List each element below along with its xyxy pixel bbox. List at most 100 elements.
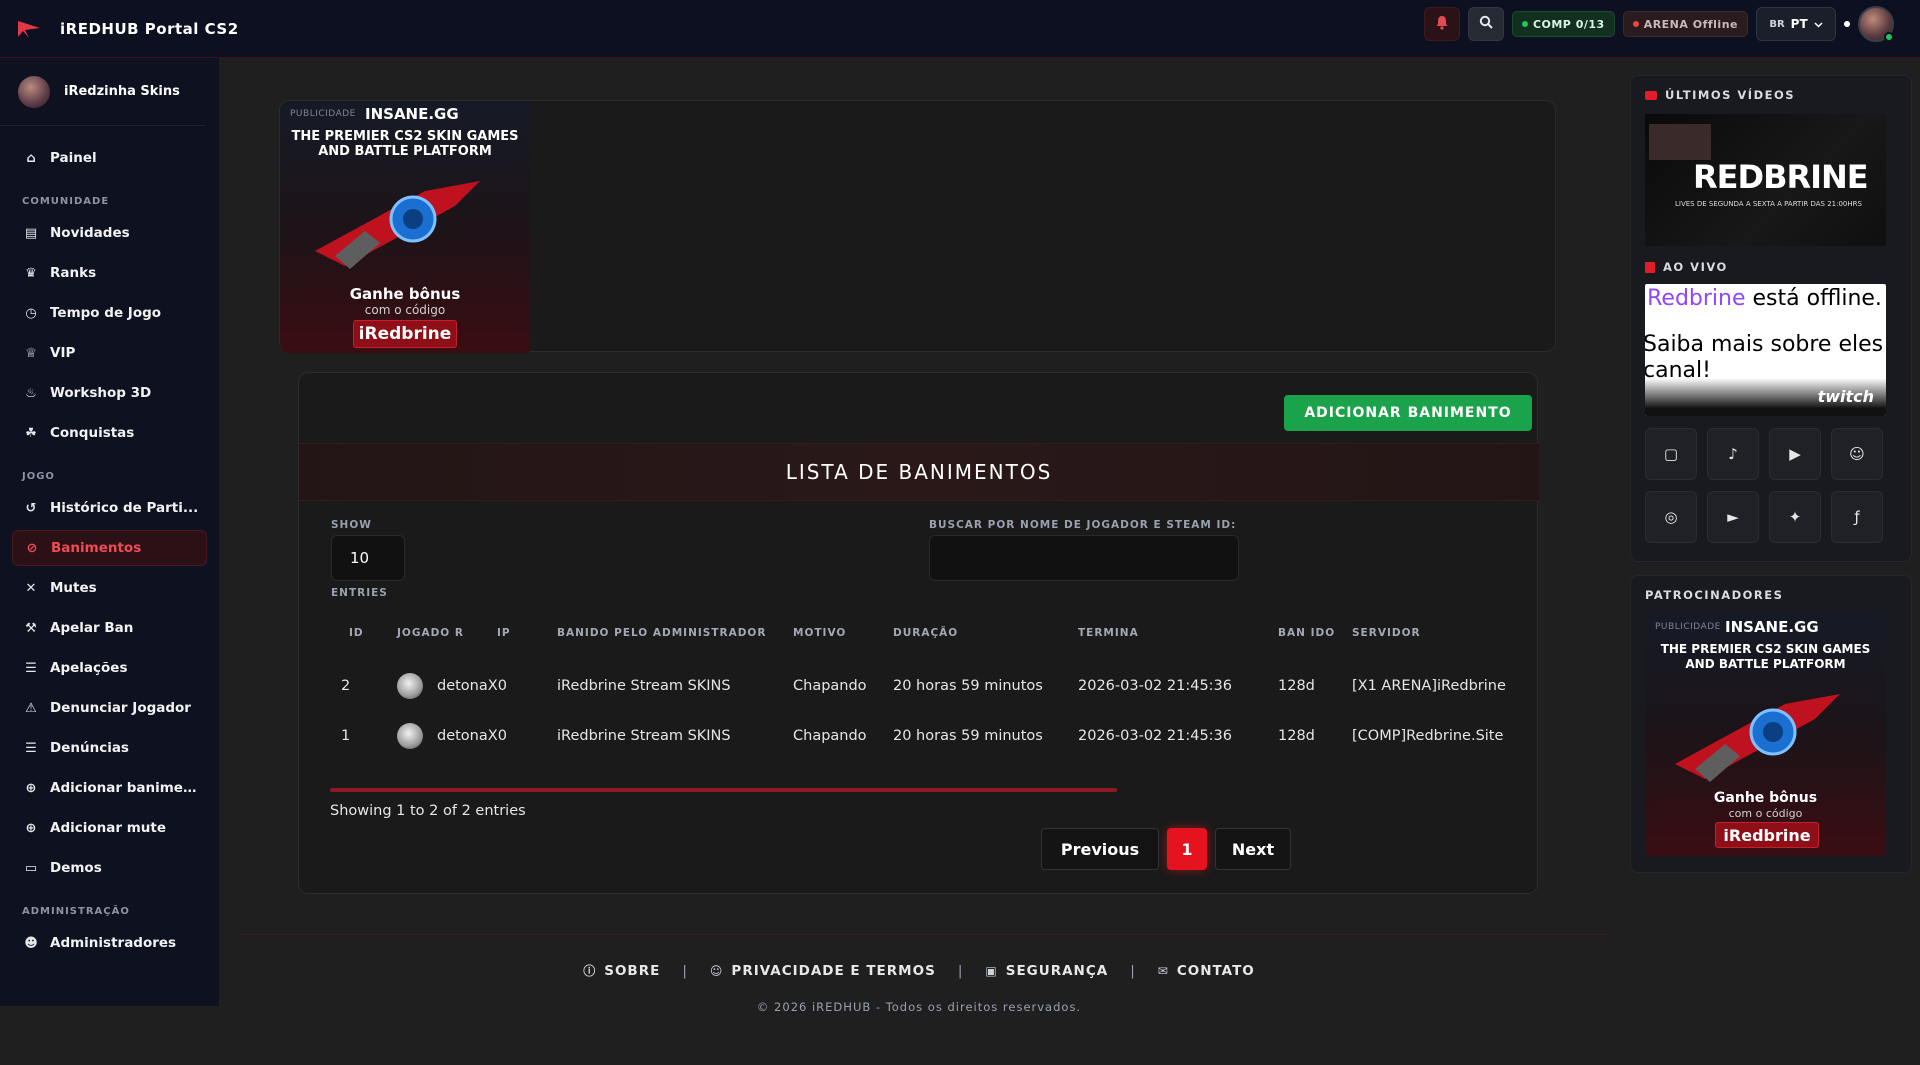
footer-link-sobre[interactable]: ⓘ SOBRE xyxy=(583,962,660,979)
ad-bonus-text: Ganhe bônus xyxy=(349,285,461,303)
footer-link-privacidade[interactable]: ☺ PRIVACIDADE E TERMOS xyxy=(710,963,936,979)
cell-player[interactable]: detonaX0 xyxy=(389,711,549,761)
sidebar-item-workshop-3d[interactable]: ♨ Workshop 3D xyxy=(12,375,207,411)
cell-servidor: [COMP]Redbrine.Site xyxy=(1352,728,1504,744)
brand[interactable]: iREDHUB Portal CS2 xyxy=(16,18,239,40)
right-column: ÚLTIMOS VÍDEOS REDBRINE LIVES DE SEGUNDA… xyxy=(1630,75,1912,873)
footer-link-contato[interactable]: ✉ CONTATO xyxy=(1158,963,1255,979)
sidebar-item-novidades[interactable]: ▤ Novidades xyxy=(12,215,207,251)
col-ip[interactable]: IP xyxy=(489,605,549,661)
language-selector[interactable]: BR PT xyxy=(1756,7,1836,41)
channel-name[interactable]: iRedbrine xyxy=(1645,286,1746,311)
sidebar: iRedzinha Skins ⌂ Painel COMUNIDADE ▤ Nov… xyxy=(0,58,219,1006)
next-page-button[interactable]: Next xyxy=(1215,828,1291,870)
table-header-row: ID JOGADO R IP BANIDO PELO ADMINISTRADOR… xyxy=(329,605,1529,661)
social-youtube-button[interactable]: ▶ xyxy=(1769,428,1821,480)
user-avatar[interactable] xyxy=(1858,6,1894,42)
col-duracao[interactable]: DURAÇÃO xyxy=(885,605,1070,661)
arena-status-label: ARENA Offline xyxy=(1643,17,1738,31)
sidebar-item-mutes[interactable]: ✕ Mutes xyxy=(12,570,207,606)
col-motivo[interactable]: MOTIVO xyxy=(785,605,885,661)
sidebar-item-label: Conquistas xyxy=(50,425,135,441)
cell-player[interactable]: detonaX0 xyxy=(389,661,549,711)
notifications-button[interactable] xyxy=(1423,7,1460,41)
bans-panel: ADICIONAR BANIMENTO LISTA DE BANIMENTOS … xyxy=(298,372,1539,894)
sidebar-profile[interactable]: iRedzinha Skins xyxy=(0,58,205,126)
discord-icon: ☺ xyxy=(1849,445,1865,463)
avatar xyxy=(397,723,423,749)
social-links: ▢ ♪ ▶ ☺ ◎ ► ✦ ƒ xyxy=(1645,428,1911,543)
add-ban-button[interactable]: ADICIONAR BANIMENTO xyxy=(1284,395,1532,431)
search-label: BUSCAR POR NOME DE JOGADOR E STEAM ID: xyxy=(929,519,1237,531)
footer-link-label: PRIVACIDADE E TERMOS xyxy=(731,962,936,979)
microphone-slash-icon: ✕ xyxy=(25,580,37,596)
sidebar-item-ranks[interactable]: ♛ Ranks xyxy=(12,255,207,291)
social-play-button[interactable]: ► xyxy=(1707,491,1759,543)
sidebar-item-banimentos[interactable]: ⊘ Banimentos xyxy=(12,530,207,566)
social-instagram-button[interactable]: ◎ xyxy=(1645,491,1697,543)
sidebar-item-adicionar-banimento[interactable]: ⊕ Adicionar banimen... xyxy=(12,770,207,806)
player-name: detonaX0 xyxy=(437,678,507,694)
twitch-icon: ▢ xyxy=(1663,445,1679,463)
entries-per-page-select[interactable]: 10 xyxy=(331,535,405,581)
search-input[interactable] xyxy=(929,535,1239,581)
offline-text: está offline. xyxy=(1745,286,1882,311)
sidebar-item-denuncias[interactable]: ☰ Denúncias xyxy=(12,730,207,766)
sponsors-title: PATROCINADORES xyxy=(1645,588,1784,602)
entries-label: ENTRIES xyxy=(331,587,388,599)
pagination: Previous 1 Next xyxy=(1041,828,1291,870)
col-servidor[interactable]: SERVIDOR xyxy=(1344,605,1529,661)
social-facebook-button[interactable]: ƒ xyxy=(1831,491,1883,543)
footer-link-label: CONTATO xyxy=(1176,962,1255,979)
ad-card[interactable]: PUBLICIDADE INSANE.GG THE PREMIER CS2 SK… xyxy=(280,101,530,353)
col-jogador[interactable]: JOGADO R xyxy=(389,605,489,661)
live-more-line1: Saiba mais sobre eles no xyxy=(1645,332,1886,357)
videos-title-label: ÚLTIMOS VÍDEOS xyxy=(1665,88,1796,102)
arena-server-status[interactable]: ARENA Offline xyxy=(1622,11,1748,37)
sidebar-item-historico[interactable]: ↺ Histórico de Parti... xyxy=(12,490,207,526)
sponsor-card[interactable]: PUBLICIDADE INSANE.GG THE PREMIER CS2 SK… xyxy=(1645,614,1886,856)
social-tiktok-button[interactable]: ♪ xyxy=(1707,428,1759,480)
lock-icon: ▣ xyxy=(985,963,998,978)
col-admin[interactable]: BANIDO PELO ADMINISTRADOR xyxy=(549,605,785,661)
sidebar-item-administradores[interactable]: ☻ Administradores xyxy=(12,925,207,961)
top-bar: iREDHUB Portal CS2 COMP 0/13 ARENA Offli… xyxy=(0,0,1920,58)
profile-name: iRedzinha Skins xyxy=(64,84,180,99)
footer-link-seguranca[interactable]: ▣ SEGURANÇA xyxy=(985,963,1108,979)
clock-icon: ◷ xyxy=(25,305,37,321)
col-banido[interactable]: BAN IDO xyxy=(1270,605,1344,661)
chevron-down-icon xyxy=(1814,17,1823,31)
twitch-logo: twitch xyxy=(1817,387,1874,406)
latest-video-thumbnail[interactable]: REDBRINE LIVES DE SEGUNDA A SEXTA A PART… xyxy=(1645,114,1886,246)
previous-page-button[interactable]: Previous xyxy=(1041,828,1159,870)
col-termina[interactable]: TERMINA xyxy=(1070,605,1270,661)
footer-divider xyxy=(239,934,1609,935)
avatar xyxy=(397,673,423,699)
sidebar-item-vip[interactable]: ♕ VIP xyxy=(12,335,207,371)
sidebar-item-apelar-ban[interactable]: ⚒ Apelar Ban xyxy=(12,610,207,646)
cell-motivo: Chapando xyxy=(793,678,867,694)
sidebar-item-painel[interactable]: ⌂ Painel xyxy=(12,140,207,176)
page-button-current[interactable]: 1 xyxy=(1167,828,1207,870)
table-row[interactable]: 2 detonaX0 iRedbrine Stream SKINS Chapan… xyxy=(329,661,1529,711)
sidebar-item-adicionar-mute[interactable]: ⊕ Adicionar mute xyxy=(12,810,207,846)
sidebar-item-tempo-de-jogo[interactable]: ◷ Tempo de Jogo xyxy=(12,295,207,331)
social-twitch-button[interactable]: ▢ xyxy=(1645,428,1697,480)
social-discord-button[interactable]: ☺ xyxy=(1831,428,1883,480)
sidebar-item-conquistas[interactable]: ☘ Conquistas xyxy=(12,415,207,451)
section-administracao: ADMINISTRAÇÃO xyxy=(22,906,130,917)
sidebar-item-label: Workshop 3D xyxy=(50,385,152,401)
comp-server-status[interactable]: COMP 0/13 xyxy=(1511,11,1615,37)
sidebar-item-denunciar-jogador[interactable]: ⚠ Denunciar Jogador xyxy=(12,690,207,726)
table-horizontal-scrollbar[interactable] xyxy=(330,788,1117,792)
sidebar-item-label: Demos xyxy=(50,860,102,876)
table-row[interactable]: 1 detonaX0 iRedbrine Stream SKINS Chapan… xyxy=(329,711,1529,761)
twitch-embed[interactable]: iRedbrine está offline. Saiba mais sobre… xyxy=(1645,284,1886,416)
main-content: PUBLICIDADE INSANE.GG THE PREMIER CS2 SK… xyxy=(219,58,1627,1065)
col-id[interactable]: ID xyxy=(329,605,389,661)
search-button[interactable] xyxy=(1467,7,1504,41)
newspaper-icon: ▤ xyxy=(24,225,38,241)
sidebar-item-demos[interactable]: ▭ Demos xyxy=(12,850,207,886)
sidebar-item-apelacoes[interactable]: ☰ Apelações xyxy=(12,650,207,686)
social-twitter-button[interactable]: ✦ xyxy=(1769,491,1821,543)
